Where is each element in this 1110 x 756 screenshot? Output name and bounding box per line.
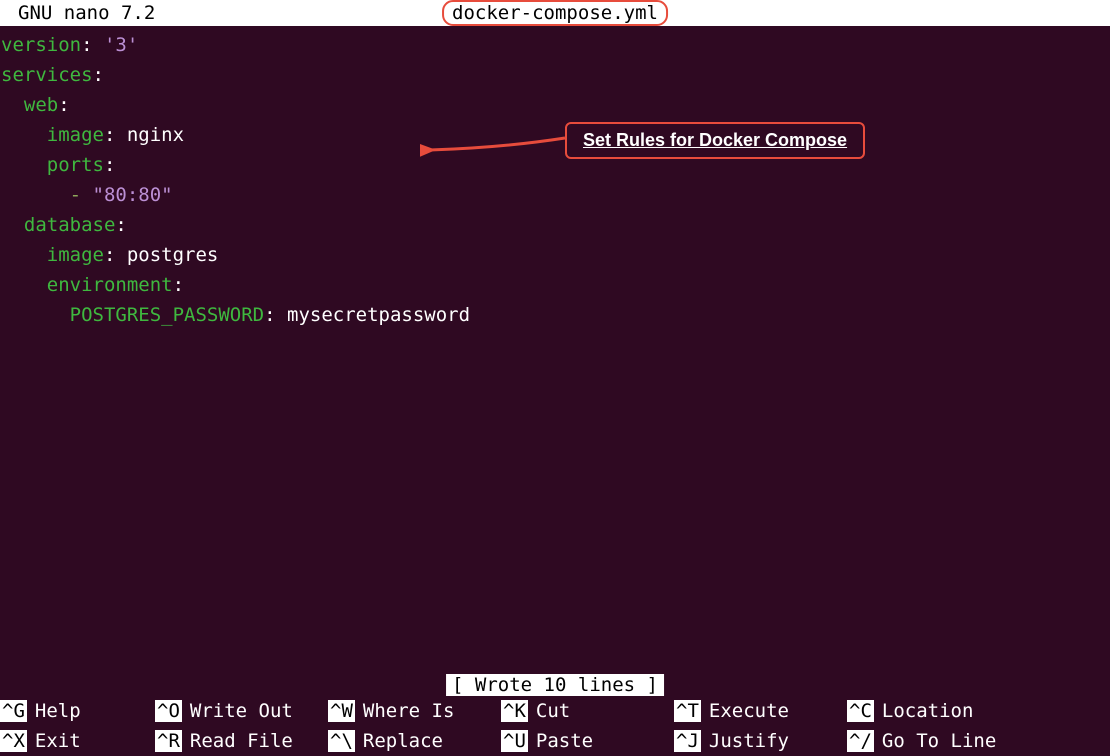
code-line-1: version: '3' [0, 30, 1110, 60]
code-line-4: image: nginx [0, 120, 1110, 150]
code-line-3: web: [0, 90, 1110, 120]
shortcut-justify[interactable]: ^JJustify [674, 730, 847, 752]
shortcut-paste[interactable]: ^UPaste [501, 730, 674, 752]
shortcut-go-to-line[interactable]: ^/Go To Line [847, 730, 1020, 752]
shortcuts-bar: ^GHelp ^OWrite Out ^WWhere Is ^KCut ^TEx… [0, 696, 1110, 756]
shortcut-help[interactable]: ^GHelp [0, 700, 155, 722]
shortcut-write-out[interactable]: ^OWrite Out [155, 700, 328, 722]
code-line-6: - "80:80" [0, 180, 1110, 210]
shortcut-where-is[interactable]: ^WWhere Is [328, 700, 501, 722]
code-line-10: POSTGRES_PASSWORD: mysecretpassword [0, 300, 1110, 330]
editor-header: GNU nano 7.2 docker-compose.yml [0, 0, 1110, 26]
annotation-callout: Set Rules for Docker Compose [565, 122, 865, 159]
shortcut-location[interactable]: ^CLocation [847, 700, 1020, 722]
shortcut-cut[interactable]: ^KCut [501, 700, 674, 722]
shortcut-exit[interactable]: ^XExit [0, 730, 155, 752]
shortcut-replace[interactable]: ^\Replace [328, 730, 501, 752]
editor-content[interactable]: version: '3' services: web: image: nginx… [0, 26, 1110, 330]
shortcut-row-1: ^GHelp ^OWrite Out ^WWhere Is ^KCut ^TEx… [0, 696, 1110, 726]
code-line-7: database: [0, 210, 1110, 240]
filename-display: docker-compose.yml [442, 0, 668, 26]
code-line-9: environment: [0, 270, 1110, 300]
code-line-2: services: [0, 60, 1110, 90]
shortcut-row-2: ^XExit ^RRead File ^\Replace ^UPaste ^JJ… [0, 726, 1110, 756]
app-title: GNU nano 7.2 [18, 2, 155, 24]
shortcut-execute[interactable]: ^TExecute [674, 700, 847, 722]
code-line-5: ports: [0, 150, 1110, 180]
shortcut-read-file[interactable]: ^RRead File [155, 730, 328, 752]
status-message: [ Wrote 10 lines ] [446, 674, 664, 696]
annotation-text: Set Rules for Docker Compose [565, 122, 865, 159]
code-line-8: image: postgres [0, 240, 1110, 270]
